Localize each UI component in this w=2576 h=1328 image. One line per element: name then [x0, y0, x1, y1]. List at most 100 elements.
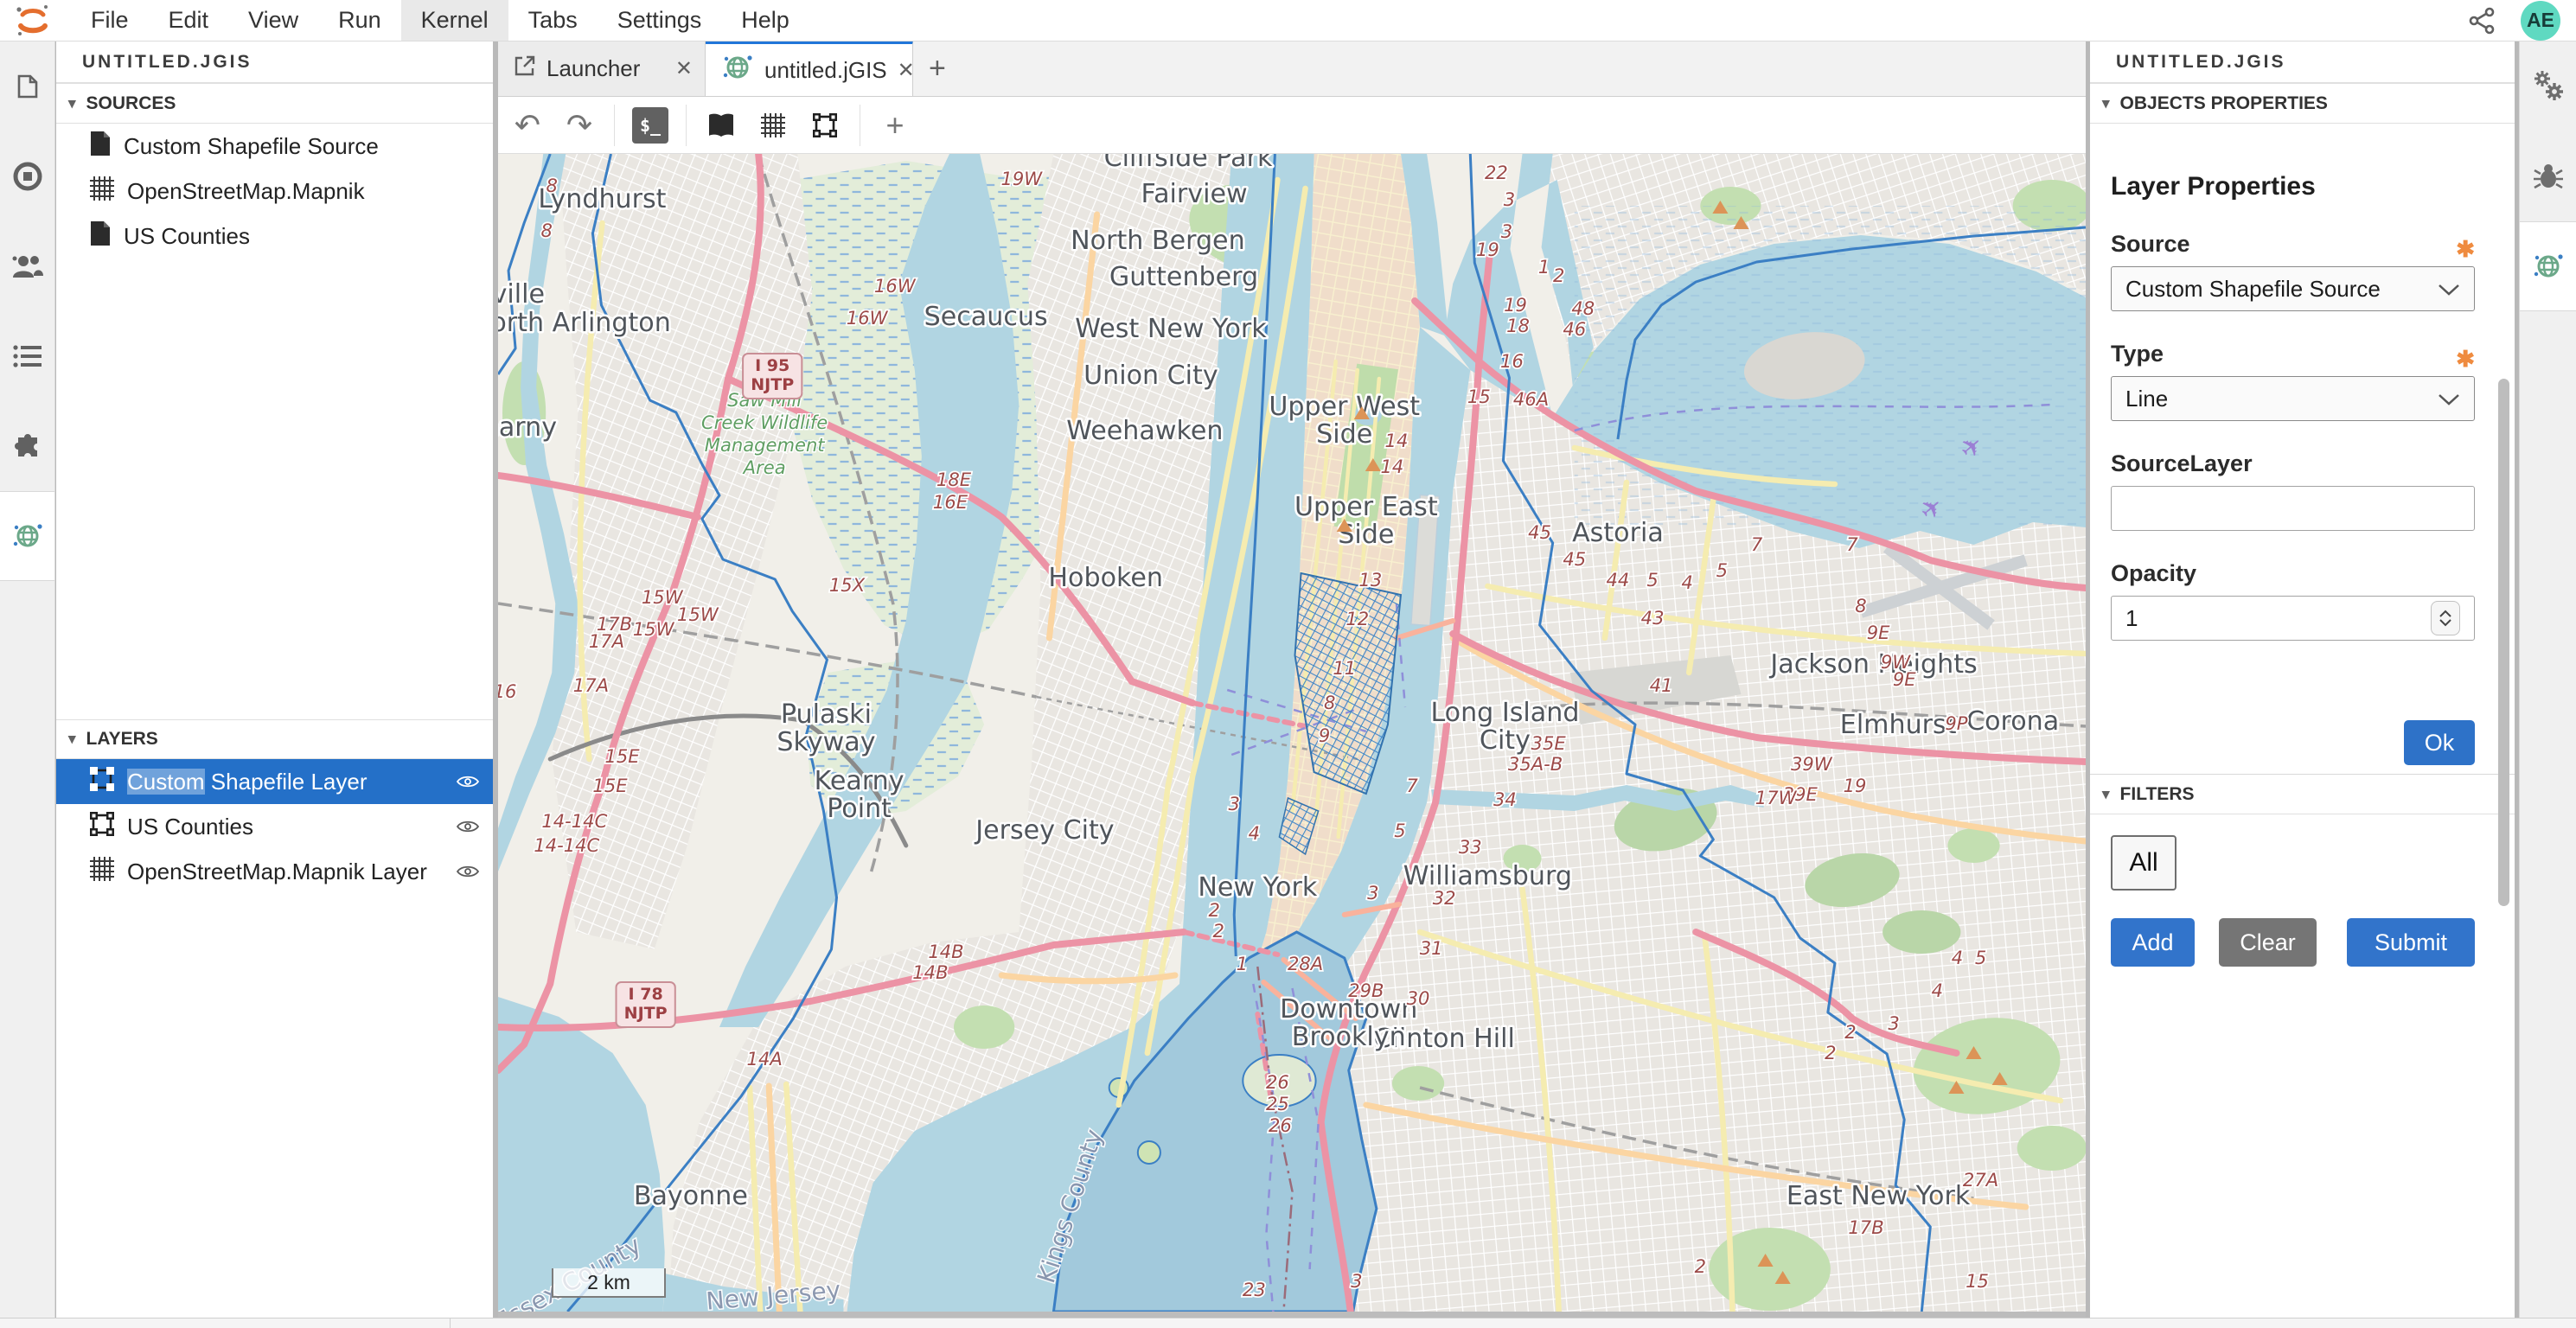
grid-button[interactable]: [756, 112, 790, 138]
map-label: Elmhurst: [1840, 710, 1957, 740]
map-label: 26: [1269, 1114, 1292, 1136]
menu-edit[interactable]: Edit: [149, 0, 229, 41]
opacity-input[interactable]: 1: [2111, 596, 2475, 641]
map-label: 5: [1716, 559, 1728, 581]
source-item[interactable]: US Counties: [56, 214, 493, 259]
map-label: 1: [1538, 256, 1550, 278]
undo-button[interactable]: ↶: [510, 107, 545, 144]
source-item[interactable]: OpenStreetMap.Mapnik: [56, 169, 493, 214]
table-of-contents-icon[interactable]: [0, 311, 54, 401]
close-tab-icon[interactable]: ✕: [675, 56, 693, 81]
running-sessions-icon[interactable]: [0, 131, 54, 221]
debugger-icon[interactable]: [2520, 131, 2576, 221]
clear-filters-button[interactable]: Clear: [2219, 918, 2317, 967]
jupytergis-panel-icon[interactable]: [2520, 221, 2576, 311]
layer-item[interactable]: Custom Shapefile Layer: [56, 759, 493, 804]
openstreetmap-view[interactable]: Saw MillCreek WildlifeManagementArea Lyn…: [498, 154, 2086, 1312]
map-label: 15: [1966, 1270, 1989, 1292]
map-label: 33: [1459, 836, 1482, 858]
map-label: 17A: [589, 630, 624, 652]
source-select[interactable]: Custom Shapefile Source: [2111, 266, 2475, 311]
add-filter-button[interactable]: Add: [2111, 918, 2195, 967]
menu-tabs[interactable]: Tabs: [508, 0, 598, 41]
file-icon: [89, 131, 112, 163]
book-button[interactable]: [704, 112, 738, 138]
source-item[interactable]: Custom Shapefile Source: [56, 124, 493, 169]
required-asterisk: ✱: [2456, 350, 2475, 367]
user-avatar[interactable]: AE: [2521, 1, 2560, 41]
share-icon[interactable]: [2467, 6, 2496, 35]
tab-launcher[interactable]: Launcher✕: [498, 42, 706, 96]
map-label: 12: [1346, 608, 1369, 629]
objects-properties-header[interactable]: ▾ OBJECTS PROPERTIES: [2090, 84, 2515, 124]
map-label: 15E: [592, 775, 628, 796]
map-label: 45: [1528, 521, 1551, 543]
close-tab-icon[interactable]: ✕: [898, 58, 915, 83]
map-label: 19: [1476, 239, 1499, 260]
map-label: 14: [1381, 456, 1404, 477]
file-browser-icon[interactable]: [0, 42, 54, 131]
map-label: 2: [1212, 920, 1224, 942]
caret-down-icon: ▾: [2102, 786, 2110, 803]
map-label: Weehawken: [1066, 416, 1223, 446]
menu-settings[interactable]: Settings: [598, 0, 722, 41]
map-label: 8: [1855, 595, 1866, 616]
map-label: 8: [1324, 692, 1335, 713]
filter-all-chip[interactable]: All: [2111, 835, 2176, 891]
globe-icon: [721, 51, 754, 90]
extension-manager-icon[interactable]: [0, 401, 54, 491]
jupytergis-icon[interactable]: [0, 491, 54, 581]
layer-item[interactable]: US Counties: [56, 804, 493, 849]
map-label: City: [1480, 725, 1531, 756]
layer-item[interactable]: OpenStreetMap.Mapnik Layer: [56, 849, 493, 894]
tab-untitled-jgis[interactable]: untitled.jGIS✕: [706, 41, 913, 96]
property-inspector-icon[interactable]: [2520, 42, 2576, 131]
terminal-button[interactable]: $_: [632, 107, 668, 144]
map-label: 18: [1506, 315, 1530, 336]
map-label: East New York: [1787, 1181, 1971, 1211]
layers-section-header[interactable]: ▾ LAYERS: [56, 719, 493, 759]
menu-bar: FileEditViewRunKernelTabsSettingsHelp AE: [0, 0, 2576, 42]
map-canvas[interactable]: Saw MillCreek WildlifeManagementArea Lyn…: [498, 154, 2086, 1312]
ok-button[interactable]: Ok: [2404, 720, 2475, 765]
map-label: 16W: [874, 275, 917, 297]
visibility-eye-icon[interactable]: [457, 775, 479, 788]
type-select[interactable]: Line: [2111, 376, 2475, 421]
tab-bar: Launcher✕untitled.jGIS✕+: [498, 42, 2086, 97]
map-label: 28A: [1288, 953, 1323, 974]
visibility-eye-icon[interactable]: [457, 865, 479, 878]
map-label: New York: [1198, 872, 1317, 903]
map-label: 4: [1682, 571, 1693, 593]
number-spinner[interactable]: [2431, 601, 2460, 635]
plus-button[interactable]: +: [878, 107, 912, 144]
collaboration-icon[interactable]: [0, 221, 54, 311]
chevron-down-icon: [2438, 276, 2460, 303]
sources-section-header[interactable]: ▾ SOURCES: [56, 84, 493, 124]
grid-icon: [89, 856, 115, 888]
map-label: 19W: [1000, 168, 1043, 189]
menu-view[interactable]: View: [228, 0, 318, 41]
map-label: Hoboken: [1048, 563, 1163, 593]
map-label: 16: [498, 680, 516, 702]
visibility-eye-icon[interactable]: [457, 820, 479, 833]
menu-kernel[interactable]: Kernel: [401, 0, 508, 41]
map-label: Corona: [1966, 706, 2059, 737]
menu-help[interactable]: Help: [721, 0, 809, 41]
menu-run[interactable]: Run: [318, 0, 401, 41]
scrollbar-thumb[interactable]: [2498, 379, 2509, 906]
map-label: Management: [705, 434, 826, 456]
map-label: I 78: [629, 985, 663, 1004]
new-tab-button[interactable]: +: [913, 52, 962, 86]
redo-button[interactable]: ↷: [562, 107, 597, 144]
vector-button[interactable]: [808, 112, 842, 138]
menu-file[interactable]: File: [71, 0, 149, 41]
map-label: 2: [1553, 265, 1564, 286]
map-label: 14A: [747, 1048, 783, 1069]
chevron-down-icon: [2438, 386, 2460, 412]
status-bar: [0, 1318, 2576, 1328]
filters-section-header[interactable]: ▾ FILTERS: [2090, 775, 2515, 814]
map-label: 3: [1501, 220, 1512, 242]
submit-filters-button[interactable]: Submit: [2347, 918, 2475, 967]
vector-icon: [89, 811, 115, 843]
sourcelayer-input[interactable]: [2111, 486, 2475, 531]
